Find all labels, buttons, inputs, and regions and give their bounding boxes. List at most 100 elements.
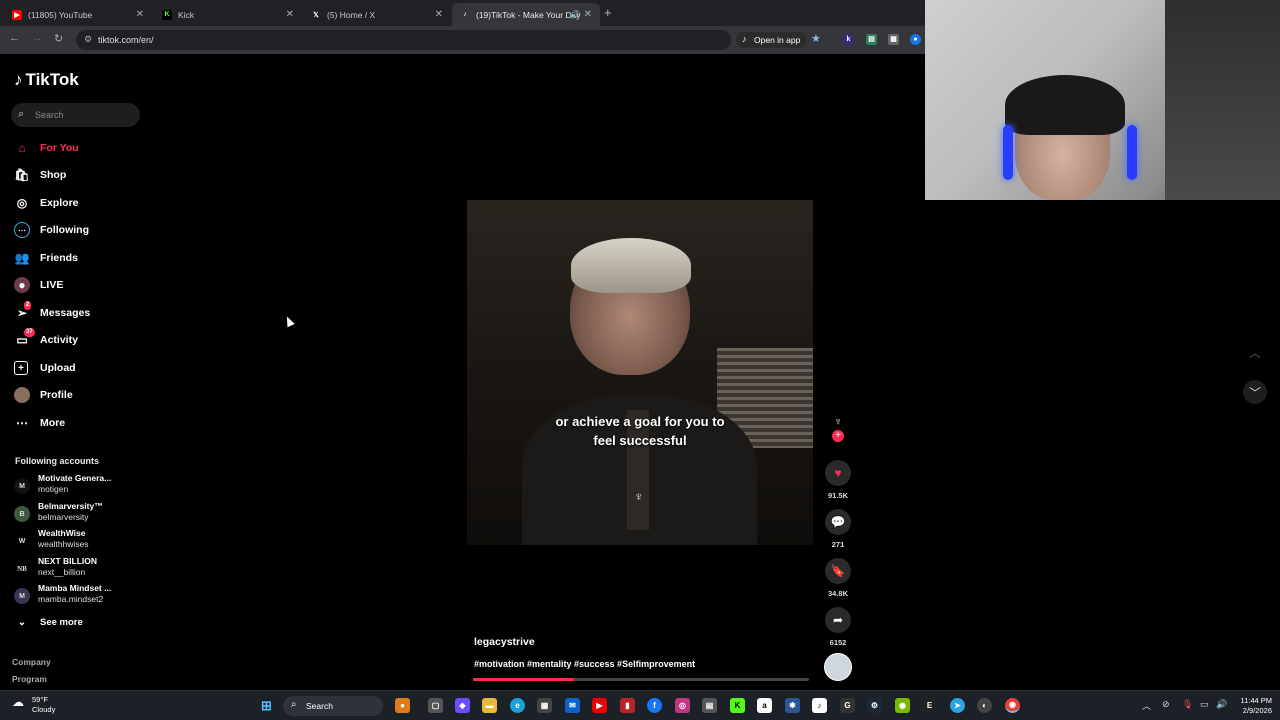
extension-icon[interactable]: ▦ bbox=[888, 34, 899, 45]
taskbar-search[interactable]: ⌕ Search bbox=[283, 696, 383, 716]
background-door bbox=[1165, 0, 1280, 200]
extension-stats-icon[interactable]: ▤ bbox=[866, 34, 877, 45]
sidebar-item-more[interactable]: ⋯ More bbox=[14, 413, 65, 433]
sidebar-item-upload[interactable]: + Upload bbox=[14, 358, 76, 378]
weather-widget[interactable]: ☁ 59°F Cloudy bbox=[12, 695, 55, 715]
facebook-icon[interactable]: f bbox=[647, 698, 662, 713]
following-account[interactable]: M Mamba Mindset ... mamba.mindset2 bbox=[14, 583, 144, 607]
account-handle: motigen bbox=[38, 484, 69, 494]
sidebar-item-shop[interactable]: 🛍 Shop bbox=[14, 165, 66, 185]
copilot-icon[interactable]: ◆ bbox=[455, 698, 470, 713]
like-button[interactable]: ♥ 91.5K bbox=[822, 460, 854, 500]
steam-icon[interactable]: ⚙ bbox=[867, 698, 882, 713]
store-icon[interactable]: ▦ bbox=[537, 698, 552, 713]
close-icon[interactable]: ✕ bbox=[584, 9, 592, 20]
sidebar-item-label: Messages bbox=[40, 307, 91, 319]
new-tab-button[interactable]: + bbox=[604, 5, 612, 20]
creator-avatar-button[interactable]: ♆ + bbox=[822, 416, 854, 442]
comment-button[interactable]: 💬 271 bbox=[822, 509, 854, 549]
kick-icon[interactable]: K bbox=[730, 698, 745, 713]
youtube-icon[interactable]: ▶ bbox=[592, 698, 607, 713]
app-icon[interactable]: ▮ bbox=[620, 698, 635, 713]
close-icon[interactable]: ✕ bbox=[286, 9, 294, 20]
tab-title: (5) Home / X bbox=[327, 9, 376, 20]
tab-title: (19)TikTok - Make Your Day bbox=[476, 9, 581, 20]
app-icon[interactable]: ✱ bbox=[785, 698, 800, 713]
extension-k-icon[interactable]: k bbox=[843, 34, 854, 45]
app-icon[interactable]: ▤ bbox=[702, 698, 717, 713]
epic-games-icon[interactable]: E bbox=[922, 698, 937, 713]
mic-icon[interactable]: 🎙 bbox=[1182, 699, 1193, 710]
sidebar-item-following[interactable]: ⋯ Following bbox=[14, 220, 89, 240]
forward-icon[interactable]: → bbox=[32, 32, 43, 44]
telegram-icon[interactable]: ➤ bbox=[950, 698, 965, 713]
sidebar-item-friends[interactable]: 👥 Friends bbox=[14, 248, 78, 268]
app-icon[interactable]: ◐ bbox=[977, 698, 992, 713]
site-info-icon[interactable]: ⚙ bbox=[84, 34, 92, 45]
tiktok-logo[interactable]: ♪ TikTok bbox=[14, 70, 79, 90]
save-button[interactable]: 🔖 34.8K bbox=[822, 558, 854, 598]
logo-text: TikTok bbox=[25, 70, 79, 89]
speaker-icon[interactable]: 🔊 bbox=[570, 10, 580, 19]
instagram-icon[interactable]: ◎ bbox=[675, 698, 690, 713]
next-video-button[interactable]: ﹀ bbox=[1243, 380, 1267, 404]
search-highlight-icon[interactable]: ● bbox=[395, 698, 410, 713]
search-input[interactable]: ⌕ Search bbox=[11, 103, 140, 127]
tab-x[interactable]: 𝕏 (5) Home / X ✕ bbox=[303, 3, 451, 26]
edge-icon[interactable]: e bbox=[510, 698, 525, 713]
url-field[interactable]: ⚙ tiktok.com/en/ bbox=[76, 30, 731, 50]
following-account[interactable]: NB NEXT BILLION next__billion bbox=[14, 556, 144, 580]
wifi-off-icon[interactable]: ⊘ bbox=[1162, 699, 1170, 710]
nvidia-icon[interactable]: ◉ bbox=[895, 698, 910, 713]
tray-chevron-icon[interactable]: ︿ bbox=[1142, 699, 1151, 712]
video-hashtags[interactable]: #motivation #mentality #success #Selfimp… bbox=[474, 659, 695, 669]
sidebar-item-label: Explore bbox=[40, 197, 79, 209]
following-account[interactable]: W WealthWise wealthhwises bbox=[14, 528, 144, 552]
footer-link-company[interactable]: Company bbox=[12, 657, 51, 667]
windows-start-icon[interactable]: ⊞ bbox=[259, 698, 274, 713]
chrome-icon[interactable]: ◉ bbox=[1005, 698, 1020, 713]
sidebar-item-profile[interactable]: Profile bbox=[14, 385, 73, 405]
tiktok-icon[interactable]: ♪ bbox=[812, 698, 827, 713]
clock[interactable]: 11:44 PM 2/9/2026 bbox=[1230, 696, 1272, 716]
sidebar-item-messages[interactable]: ➢ 2 Messages bbox=[14, 301, 91, 323]
open-in-app-button[interactable]: ♪ Open in app bbox=[736, 32, 808, 48]
share-button[interactable]: ➦ 6152 bbox=[822, 607, 854, 647]
close-icon[interactable]: ✕ bbox=[136, 9, 144, 20]
account-handle: next__billion bbox=[38, 567, 86, 577]
tab-youtube[interactable]: ▶ (11805) YouTube ✕ bbox=[4, 3, 152, 26]
network-icon[interactable]: ▭ bbox=[1200, 699, 1209, 710]
tab-kick[interactable]: K Kick ✕ bbox=[154, 3, 302, 26]
sidebar-item-label: Profile bbox=[40, 389, 73, 401]
sidebar-item-explore[interactable]: ◎ Explore bbox=[14, 193, 79, 213]
reload-icon[interactable]: ↻ bbox=[54, 32, 63, 45]
profile-icon[interactable]: ● bbox=[910, 34, 921, 45]
task-view-icon[interactable]: ▢ bbox=[428, 698, 443, 713]
sidebar-item-activity[interactable]: ▭ 37 Activity bbox=[14, 328, 78, 350]
volume-icon[interactable]: 🔊 bbox=[1216, 699, 1227, 710]
video-author[interactable]: legacystrive bbox=[474, 636, 535, 648]
video-progress-bar[interactable] bbox=[473, 678, 809, 681]
following-account[interactable]: M Motivate Genera... motigen bbox=[14, 473, 144, 497]
mail-icon[interactable]: ✉ bbox=[565, 698, 580, 713]
amazon-icon[interactable]: a bbox=[757, 698, 772, 713]
bookmark-star-icon[interactable]: ★ bbox=[811, 32, 821, 45]
temperature: 59°F bbox=[32, 695, 48, 704]
sidebar-item-live[interactable]: ● LIVE bbox=[14, 275, 63, 295]
close-icon[interactable]: ✕ bbox=[435, 9, 443, 20]
following-account[interactable]: B Belmarversity™ belmarversity bbox=[14, 501, 144, 525]
follow-plus-icon[interactable]: + bbox=[832, 430, 844, 442]
caption-line: or achieve a goal for you to bbox=[555, 414, 725, 429]
avatar: M bbox=[14, 588, 30, 604]
sidebar-item-for-you[interactable]: ⌂ For You bbox=[14, 138, 78, 158]
back-icon[interactable]: ← bbox=[9, 32, 20, 44]
footer-link-program[interactable]: Program bbox=[12, 674, 47, 684]
file-explorer-icon[interactable]: ▬ bbox=[482, 698, 497, 713]
see-more-label: See more bbox=[40, 616, 83, 628]
see-more-button[interactable]: ⌄ See more bbox=[14, 612, 83, 632]
share-icon: ➦ bbox=[825, 607, 851, 633]
music-disc-avatar[interactable] bbox=[824, 653, 852, 681]
app-icon[interactable]: G bbox=[840, 698, 855, 713]
tab-tiktok[interactable]: ♪ (19)TikTok - Make Your Day 🔊 ✕ bbox=[452, 3, 600, 26]
previous-video-button[interactable]: ︿ bbox=[1243, 340, 1267, 364]
